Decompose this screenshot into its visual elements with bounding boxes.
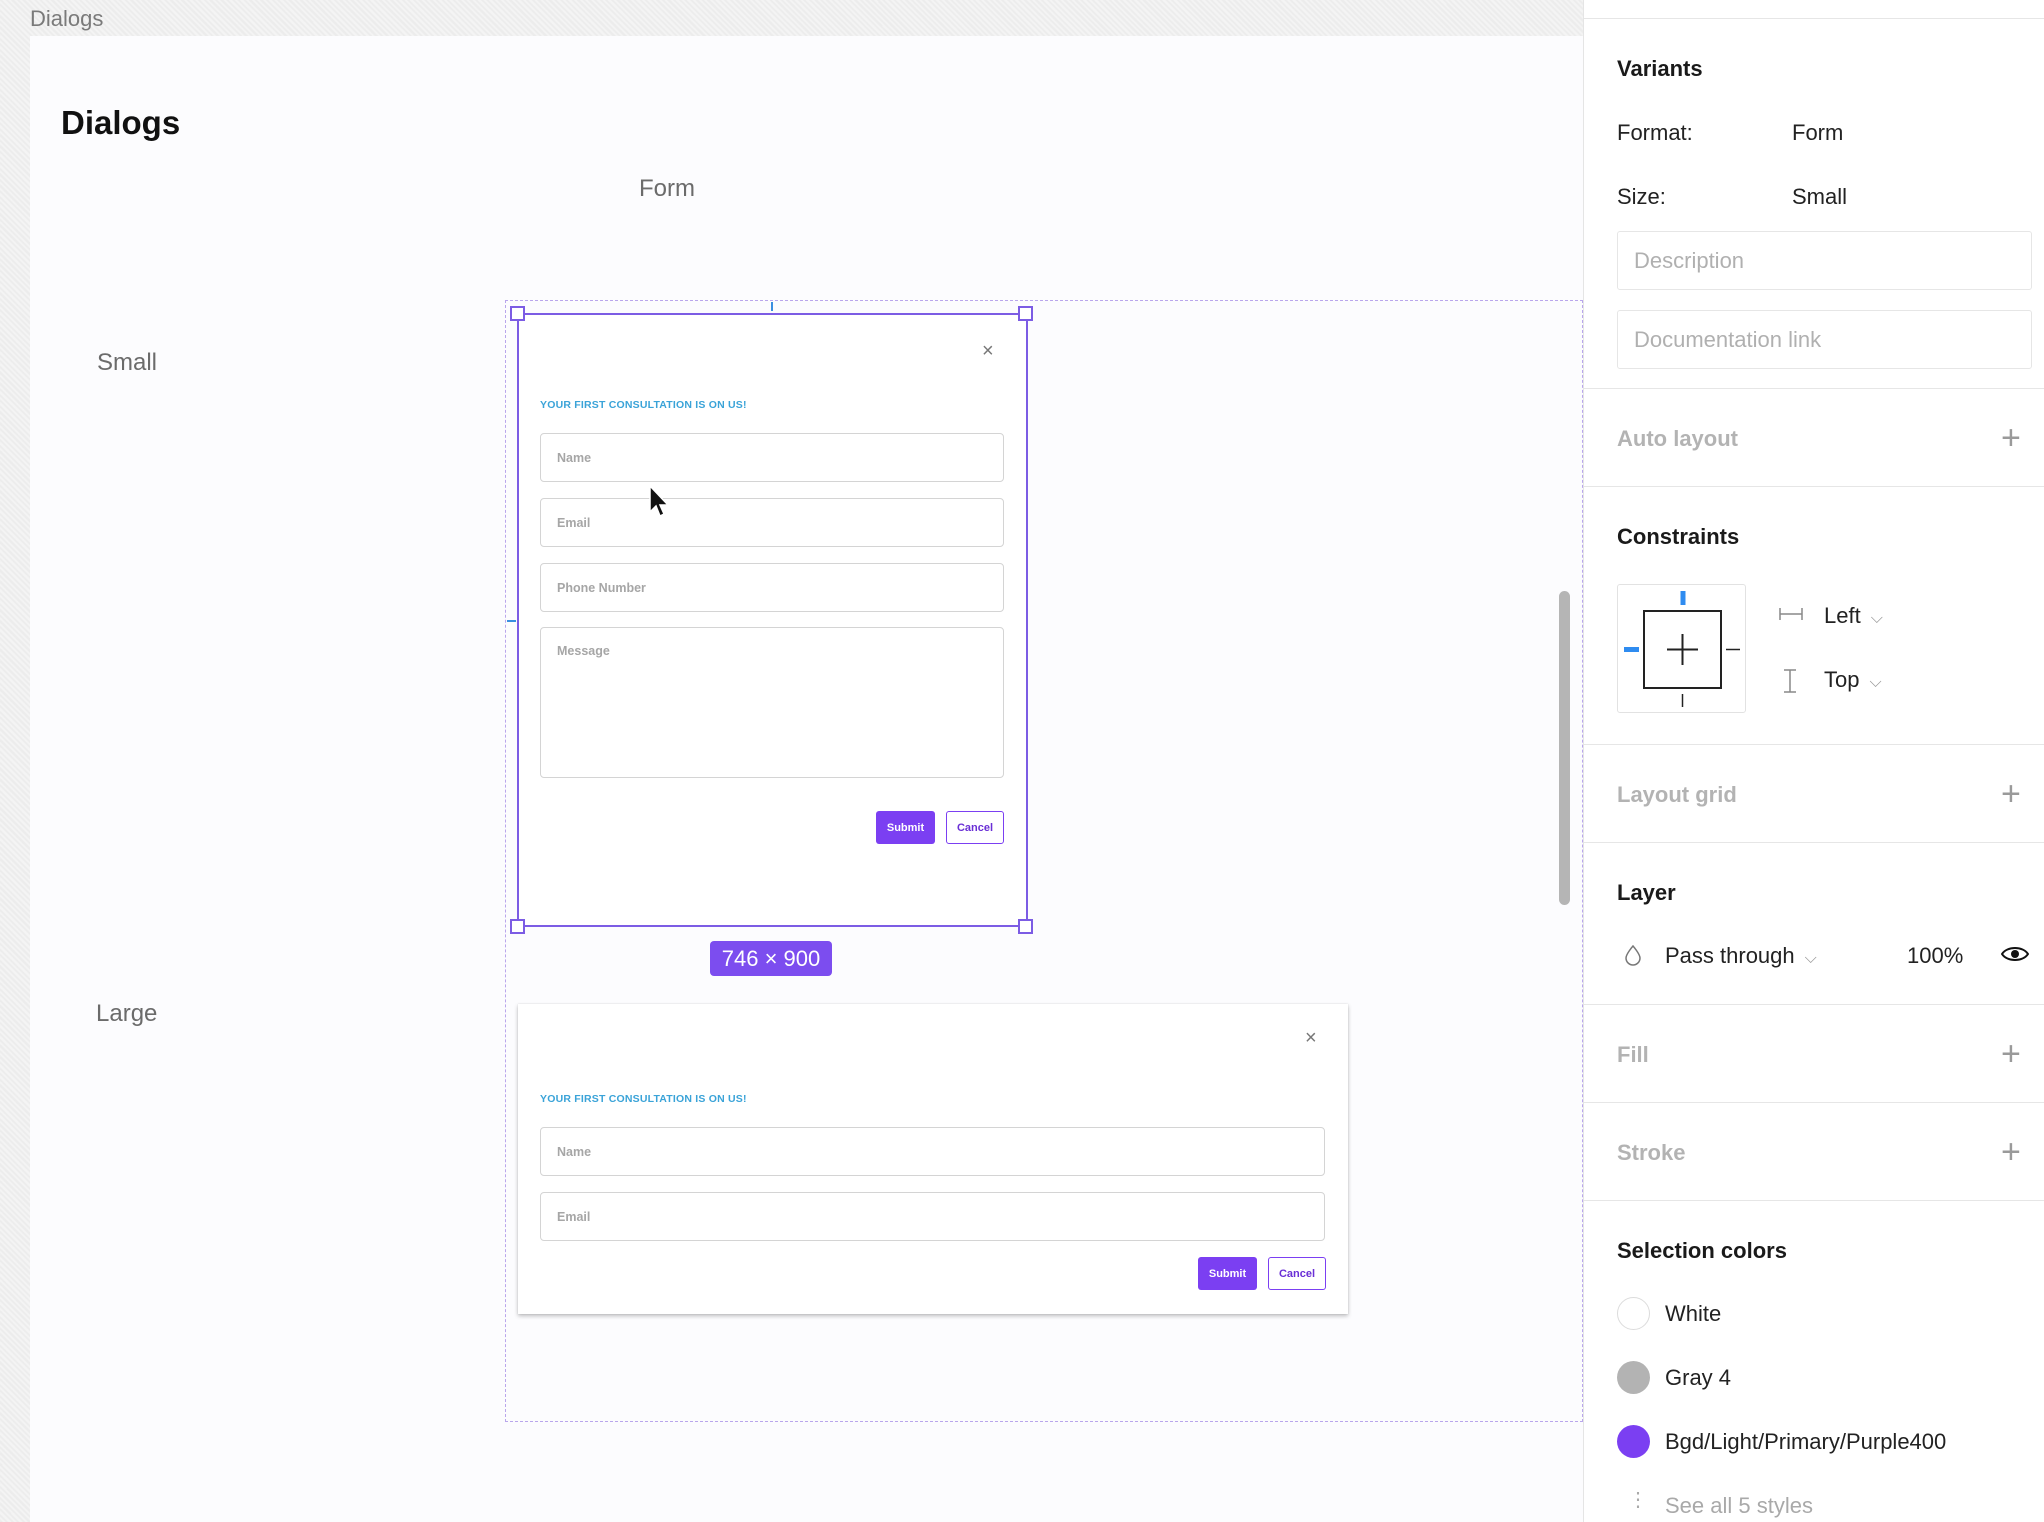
name-field[interactable]: Name bbox=[540, 1127, 1325, 1176]
auto-layout-title: Auto layout bbox=[1617, 426, 1738, 451]
submit-button[interactable]: Submit bbox=[1198, 1257, 1257, 1290]
resize-handle-bottom-right[interactable] bbox=[1018, 919, 1033, 934]
blend-mode-dropdown[interactable]: Pass through ⌵ bbox=[1665, 943, 1817, 969]
chevron-down-icon: ⌵ bbox=[1869, 674, 1882, 691]
size-label: Size: bbox=[1617, 184, 1666, 209]
variants-title: Variants bbox=[1617, 56, 1703, 81]
constraint-widget[interactable] bbox=[1617, 584, 1746, 713]
blend-mode-drop-icon bbox=[1625, 944, 1641, 966]
dialog-heading: YOUR FIRST CONSULTATION IS ON US! bbox=[540, 1093, 747, 1105]
selection-color-name[interactable]: Gray 4 bbox=[1665, 1365, 1731, 1391]
constraints-title: Constraints bbox=[1617, 524, 1740, 549]
format-label: Format: bbox=[1617, 120, 1693, 145]
dialog-large[interactable]: × YOUR FIRST CONSULTATION IS ON US! Name… bbox=[518, 1004, 1348, 1314]
vertical-constraint-dropdown[interactable]: Top ⌵ bbox=[1824, 667, 1882, 693]
resize-handle-top-right[interactable] bbox=[1018, 306, 1033, 321]
size-value[interactable]: Small bbox=[1792, 184, 1847, 210]
close-icon[interactable]: × bbox=[1305, 1028, 1317, 1048]
selection-box[interactable] bbox=[517, 313, 1028, 927]
horizontal-constraint-dropdown[interactable]: Left ⌵ bbox=[1824, 603, 1883, 629]
email-field[interactable]: Email bbox=[540, 1192, 1325, 1241]
stroke-title: Stroke bbox=[1617, 1140, 1686, 1165]
spacing-tick-top bbox=[771, 302, 773, 311]
row-label-large: Large bbox=[96, 1000, 158, 1027]
cancel-button[interactable]: Cancel bbox=[1268, 1257, 1326, 1290]
properties-panel: Variants Format: Form Size: Small Descri… bbox=[1583, 0, 2044, 1522]
selection-color-name[interactable]: White bbox=[1665, 1301, 1721, 1327]
chevron-down-icon: ⌵ bbox=[1804, 950, 1817, 967]
layer-title: Layer bbox=[1617, 880, 1676, 905]
row-label-small: Small bbox=[97, 349, 158, 376]
column-label-form: Form bbox=[639, 175, 695, 202]
frame-label[interactable]: Dialogs bbox=[30, 6, 103, 32]
vertical-constraint-icon bbox=[1784, 669, 1796, 693]
page-title: Dialogs bbox=[61, 104, 181, 141]
layout-grid-title: Layout grid bbox=[1617, 782, 1737, 807]
add-stroke-icon[interactable]: + bbox=[2001, 1135, 2021, 1169]
add-auto-layout-icon[interactable]: + bbox=[2001, 421, 2021, 455]
selection-colors-title: Selection colors bbox=[1617, 1238, 1787, 1263]
color-swatch-gray-4[interactable] bbox=[1617, 1361, 1650, 1394]
color-swatch-white[interactable] bbox=[1617, 1297, 1650, 1330]
documentation-link-input[interactable]: Documentation link bbox=[1617, 310, 2032, 369]
chevron-down-icon: ⌵ bbox=[1870, 610, 1883, 627]
canvas-scrollbar[interactable] bbox=[1559, 591, 1570, 905]
dimension-badge: 746 × 900 bbox=[710, 941, 832, 976]
fill-title: Fill bbox=[1617, 1042, 1649, 1067]
spacing-tick-left bbox=[507, 620, 516, 622]
see-all-styles-link[interactable]: See all 5 styles bbox=[1665, 1493, 1813, 1519]
constraint-diagram-icon bbox=[1624, 591, 1740, 707]
eye-icon[interactable] bbox=[2001, 945, 2029, 963]
color-swatch-purple400[interactable] bbox=[1617, 1425, 1650, 1458]
add-fill-icon[interactable]: + bbox=[2001, 1037, 2021, 1071]
selection-color-name[interactable]: Bgd/Light/Primary/Purple400 bbox=[1665, 1429, 1946, 1455]
opacity-value[interactable]: 100% bbox=[1907, 943, 1963, 969]
format-value[interactable]: Form bbox=[1792, 120, 1843, 146]
description-input[interactable]: Description bbox=[1617, 231, 2032, 290]
resize-handle-top-left[interactable] bbox=[510, 306, 525, 321]
horizontal-constraint-icon bbox=[1779, 608, 1803, 620]
resize-handle-bottom-left[interactable] bbox=[510, 919, 525, 934]
more-dots-icon: ⋮ bbox=[1628, 1489, 1648, 1511]
cursor-icon bbox=[649, 485, 670, 518]
add-layout-grid-icon[interactable]: + bbox=[2001, 777, 2021, 811]
